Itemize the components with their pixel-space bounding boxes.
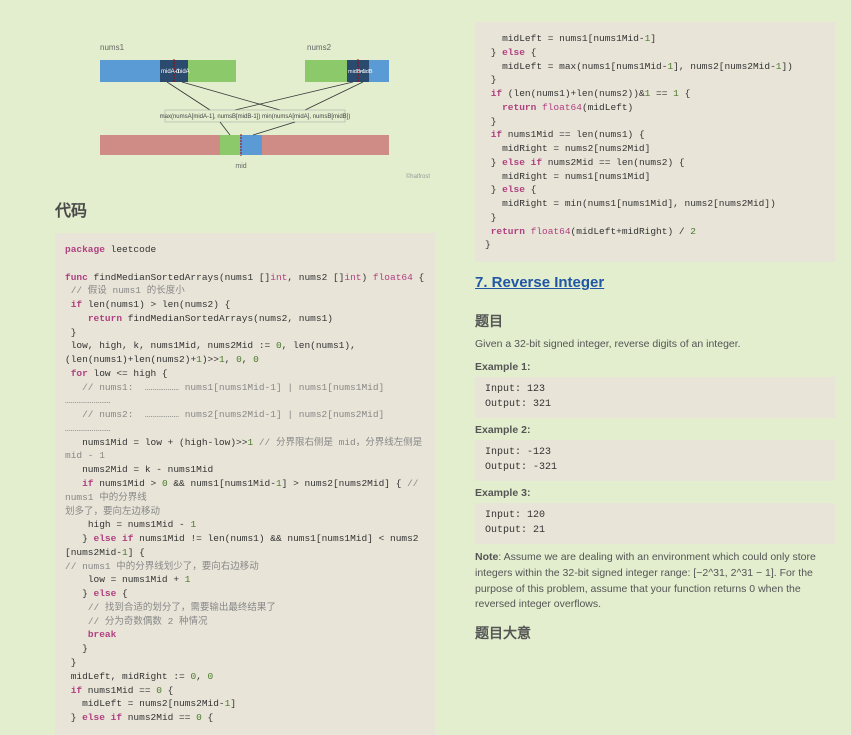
problem-subheading-2: 题目大意	[475, 623, 835, 643]
left-column: nums1 nums2 midA-1 midA midB-1 midB	[55, 0, 435, 571]
label-nums1: nums1	[100, 43, 125, 52]
nums2-left-block	[305, 60, 347, 82]
svg-text:mid: mid	[235, 163, 246, 170]
note-text: : Assume we are dealing with an environm…	[475, 551, 816, 610]
problem-description: Given a 32-bit signed integer, reverse d…	[475, 337, 835, 353]
page-root: nums1 nums2 midA-1 midA midB-1 midB	[0, 0, 851, 571]
note-paragraph: Note: Assume we are dealing with an envi…	[475, 550, 835, 613]
example3-io: Input: 120 Output: 21	[475, 503, 835, 544]
left-code-block: package leetcode func findMedianSortedAr…	[55, 233, 435, 735]
svg-text:midA: midA	[176, 69, 190, 75]
example2-label: Example 2:	[475, 424, 835, 436]
svg-text:©halfrost: ©halfrost	[406, 173, 430, 180]
problem-subheading: 题目	[475, 311, 835, 331]
nums1-left-block	[100, 60, 160, 82]
example1-label: Example 1:	[475, 361, 835, 373]
example1-io: Input: 123 Output: 321	[475, 377, 835, 418]
label-nums2: nums2	[307, 43, 332, 52]
right-column: midLeft = nums1[nums1Mid-1] } else { mid…	[475, 0, 835, 571]
svg-text:max(numsA[midA-1], numsB[midB-: max(numsA[midA-1], numsB[midB-1]) min(nu…	[160, 114, 351, 120]
svg-text:midB: midB	[360, 69, 373, 75]
nums1-right-block	[188, 60, 236, 82]
median-diagram: nums1 nums2 midA-1 midA midB-1 midB	[55, 10, 435, 185]
code-heading: 代码	[55, 197, 435, 221]
right-code-block: midLeft = nums1[nums1Mid-1] } else { mid…	[475, 22, 835, 262]
problem-link-heading[interactable]: 7. Reverse Integer	[475, 274, 604, 291]
example3-label: Example 3:	[475, 487, 835, 499]
note-label: Note	[475, 551, 498, 563]
example2-io: Input: -123 Output: -321	[475, 440, 835, 481]
